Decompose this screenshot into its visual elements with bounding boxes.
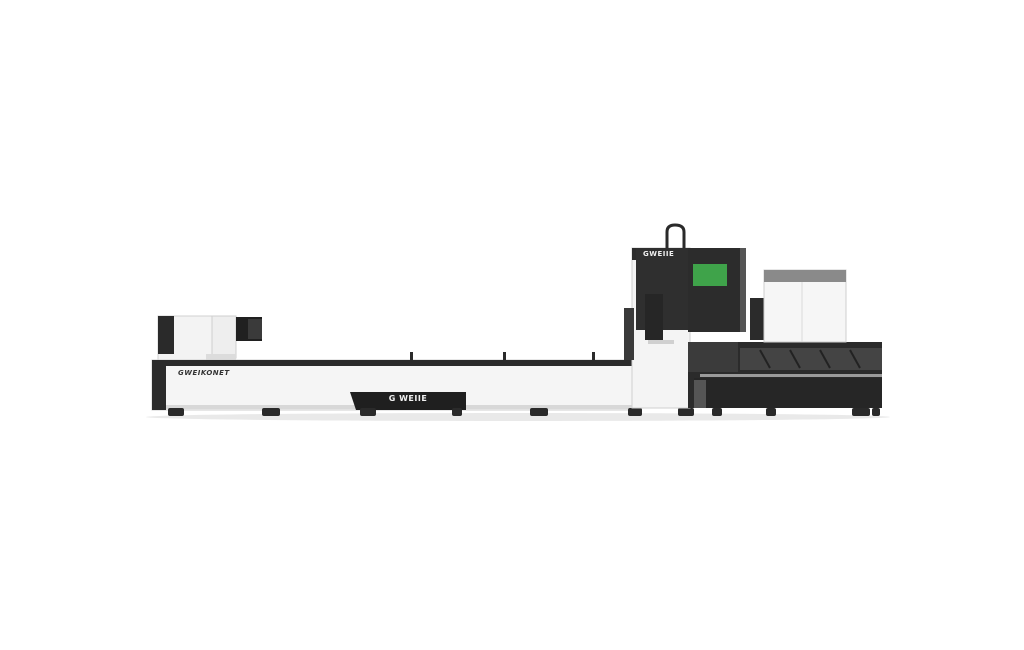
product-image: GWEIKONET G WEIIE GWEIIE — [0, 0, 1024, 650]
viewing-window — [693, 264, 727, 286]
head-brand-label: GWEIIE — [643, 250, 675, 258]
electrical-cabinet — [750, 269, 847, 343]
rear-chuck-unit — [157, 315, 262, 363]
ground-shadow — [146, 413, 890, 421]
nameplate-label: G WEIIE — [388, 394, 428, 403]
lifting-handle — [665, 223, 686, 248]
bed-brand-label: GWEIKONET — [178, 369, 230, 377]
tube-laser-cutting-machine — [146, 223, 890, 421]
unloading-table — [688, 342, 882, 408]
